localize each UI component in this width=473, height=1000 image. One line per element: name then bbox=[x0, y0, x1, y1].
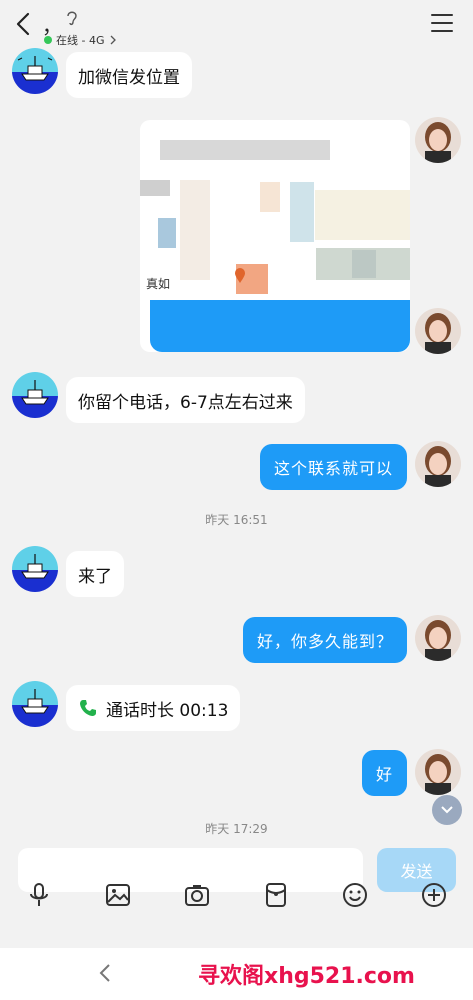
microphone-icon[interactable] bbox=[26, 882, 52, 908]
self-avatar[interactable] bbox=[415, 615, 461, 661]
message-bubble[interactable]: 来了 bbox=[66, 551, 124, 597]
chevron-right-icon[interactable] bbox=[109, 35, 117, 45]
message-bubble-self[interactable]: 好，你多久能到？ bbox=[242, 617, 407, 663]
message-bubble-self[interactable]: 这个联系就可以 bbox=[259, 444, 407, 490]
online-status: 在线 - 4G bbox=[44, 32, 117, 48]
message-bubble[interactable]: 加微信发位置 bbox=[66, 52, 192, 98]
plus-icon[interactable] bbox=[421, 882, 447, 908]
contact-avatar[interactable] bbox=[12, 546, 58, 592]
contact-avatar[interactable] bbox=[12, 372, 58, 418]
system-back-icon[interactable] bbox=[96, 962, 114, 984]
self-avatar[interactable] bbox=[415, 749, 461, 795]
menu-icon[interactable] bbox=[431, 14, 453, 34]
self-avatar[interactable] bbox=[415, 308, 461, 354]
system-nav-bar: 寻欢阁xhg521.com bbox=[0, 948, 473, 1000]
message-text: 通话时长 00:13 bbox=[106, 700, 229, 721]
message-bubble-self[interactable]: 好 bbox=[361, 750, 407, 796]
message-text: 好，你多久能到？ bbox=[256, 632, 393, 651]
message-text: 来了 bbox=[78, 566, 112, 587]
phone-icon bbox=[80, 700, 96, 716]
self-avatar[interactable] bbox=[415, 117, 461, 163]
camera-icon[interactable] bbox=[184, 882, 210, 908]
contact-avatar[interactable] bbox=[12, 48, 58, 94]
status-text: 在线 - 4G bbox=[56, 34, 105, 47]
map-place-label: 真如 bbox=[146, 277, 171, 291]
composer: 发送 bbox=[0, 840, 473, 940]
back-arrow-icon[interactable] bbox=[12, 10, 36, 38]
message-bubble[interactable]: 你留个电话，6-7点左右过来 bbox=[66, 377, 305, 423]
message-text: 这个联系就可以 bbox=[273, 459, 393, 478]
online-dot-icon bbox=[44, 36, 52, 44]
emoji-icon[interactable] bbox=[342, 882, 368, 908]
message-text: 好 bbox=[375, 765, 393, 784]
message-text: 加微信发位置 bbox=[78, 67, 180, 88]
timestamp: 昨天 16:51 bbox=[205, 513, 268, 527]
map-address-footer[interactable] bbox=[150, 300, 410, 352]
image-icon[interactable] bbox=[105, 882, 131, 908]
chat-header: ， 在线 - 4G bbox=[0, 0, 473, 50]
contact-avatar[interactable] bbox=[12, 681, 58, 727]
chevron-down-icon bbox=[441, 806, 453, 814]
self-avatar[interactable] bbox=[415, 441, 461, 487]
timestamp: 昨天 17:29 bbox=[205, 822, 268, 836]
watermark: 寻欢阁xhg521.com bbox=[198, 964, 415, 989]
red-packet-icon[interactable] bbox=[263, 882, 289, 908]
ear-icon bbox=[67, 11, 77, 26]
location-pin-icon bbox=[235, 268, 245, 283]
call-record-bubble[interactable]: 通话时长 00:13 bbox=[66, 685, 241, 731]
message-text: 你留个电话，6-7点左右过来 bbox=[78, 392, 293, 413]
